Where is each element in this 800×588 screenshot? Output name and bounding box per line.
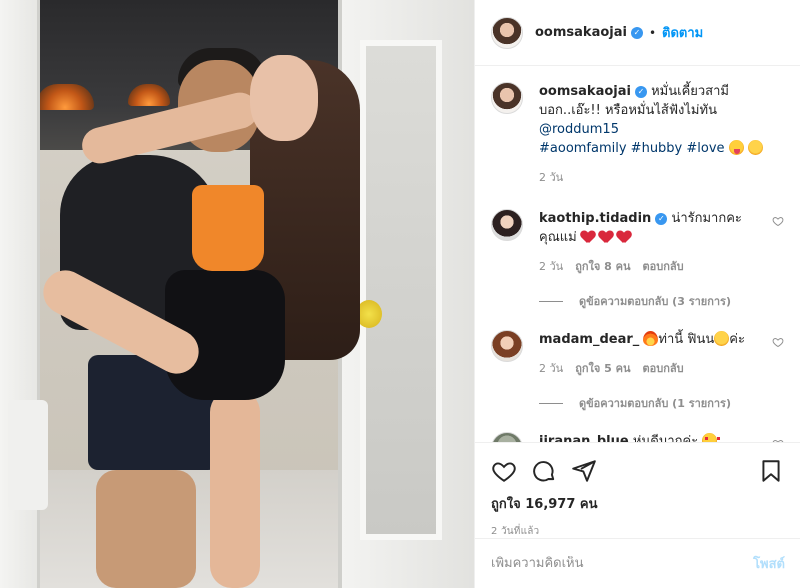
tongue-emoji-icon — [728, 140, 744, 155]
heart-emoji-icon — [581, 231, 595, 244]
photo-lamp — [36, 84, 94, 110]
comment-input[interactable] — [491, 556, 754, 571]
add-comment-bar: โพสต์ — [475, 538, 800, 588]
laughing-emoji-icon — [747, 140, 763, 155]
like-comment-heart-icon[interactable] — [772, 215, 784, 227]
heart-icon[interactable] — [491, 458, 517, 484]
caption-username[interactable]: oomsakaojai — [539, 84, 631, 99]
smile-emoji-icon — [714, 331, 730, 346]
view-replies-text[interactable]: ดูข้อความตอบกลับ (3 รายการ) — [579, 292, 731, 310]
post-comment-button[interactable]: โพสต์ — [753, 553, 785, 574]
avatar[interactable] — [491, 330, 523, 362]
list-item: jiranan_blue หุ่นดีมากค่ะ — [491, 432, 784, 442]
post-timestamp[interactable]: 2 วันที่แล้ว — [491, 524, 784, 539]
photo-chair — [8, 400, 48, 510]
comment-body: jiranan_blue หุ่นดีมากค่ะ — [539, 432, 764, 442]
comment-username[interactable]: madam_dear_ — [539, 332, 639, 347]
separator-dot: • — [648, 25, 657, 40]
view-replies-text[interactable]: ดูข้อความตอบกลับ (1 รายการ) — [579, 394, 731, 412]
post-sidebar: oomsakaojai ✓ • ติดตาม oomsakaojai ✓ หมั่… — [474, 0, 800, 588]
comment-body: kaothip.tidadin ✓ น่ารักมากคะ คุณแม่ 2 วั… — [539, 209, 764, 276]
reply-button[interactable]: ตอบกลับ — [643, 257, 684, 276]
likes-count[interactable]: ถูกใจ 16,977 คน — [491, 493, 784, 514]
follow-button[interactable]: ติดตาม — [662, 22, 703, 43]
caption-meta: 2 วัน — [539, 168, 784, 187]
heart-eyes-emoji-icon — [702, 433, 721, 442]
caption-time[interactable]: 2 วัน — [539, 168, 563, 187]
comment-username[interactable]: kaothip.tidadin — [539, 211, 651, 226]
caption: oomsakaojai ✓ หมั่นเคี้ยวสามีบอก..เอ๊ะ!! … — [491, 82, 784, 187]
reply-button[interactable]: ตอบกลับ — [643, 359, 684, 378]
comment-text: หุ่นดีมากค่ะ — [632, 434, 699, 442]
post-container: oomsakaojai ✓ • ติดตาม oomsakaojai ✓ หมั่… — [0, 0, 800, 588]
comment-likes[interactable]: ถูกใจ 5 คน — [575, 359, 630, 378]
caption-body: oomsakaojai ✓ หมั่นเคี้ยวสามีบอก..เอ๊ะ!! … — [539, 82, 784, 187]
comment-meta: 2 วัน ถูกใจ 8 คน ตอบกลับ — [539, 257, 764, 276]
caption-hashtags[interactable]: #aoomfamily #hubby #love — [539, 141, 725, 156]
list-item: madam_dear_ ท่านี้ ฟินน ค่ะ 2 วัน ถูกใจ 5… — [491, 330, 784, 412]
comment-time[interactable]: 2 วัน — [539, 359, 563, 378]
action-bar: ถูกใจ 16,977 คน 2 วันที่แล้ว — [475, 442, 800, 539]
like-comment-heart-icon[interactable] — [772, 336, 784, 348]
comment-text-end: ค่ะ — [729, 332, 745, 347]
comment-time[interactable]: 2 วัน — [539, 257, 563, 276]
replies-divider — [539, 402, 563, 404]
list-item: kaothip.tidadin ✓ น่ารักมากคะ คุณแม่ 2 วั… — [491, 209, 784, 310]
action-icons — [491, 451, 784, 491]
photo-woman-top — [192, 185, 264, 271]
comment-icon[interactable] — [531, 458, 557, 484]
comment-username[interactable]: jiranan_blue — [539, 434, 629, 442]
share-icon[interactable] — [571, 458, 597, 484]
avatar[interactable] — [491, 16, 523, 49]
comment-meta: 2 วัน ถูกใจ 5 คน ตอบกลับ — [539, 359, 764, 378]
photo-woman-leg — [210, 390, 260, 588]
replies-divider — [539, 300, 563, 302]
post-header: oomsakaojai ✓ • ติดตาม — [475, 0, 800, 66]
heart-emoji-icon — [617, 231, 631, 244]
heart-emoji-icon — [599, 231, 613, 244]
post-photo[interactable] — [0, 0, 474, 588]
photo-man-leg — [96, 470, 196, 588]
header-username[interactable]: oomsakaojai — [535, 25, 627, 40]
comment-text: ท่านี้ ฟินน — [658, 332, 715, 347]
avatar[interactable] — [491, 209, 523, 241]
caption-mention[interactable]: @roddum15 — [539, 122, 619, 137]
comments-list[interactable]: oomsakaojai ✓ หมั่นเคี้ยวสามีบอก..เอ๊ะ!! … — [475, 66, 800, 442]
photo-door-pane — [360, 40, 442, 540]
save-icon[interactable] — [758, 458, 784, 484]
avatar[interactable] — [491, 432, 523, 442]
comment-likes[interactable]: ถูกใจ 8 คน — [575, 257, 630, 276]
view-replies[interactable]: ดูข้อความตอบกลับ (1 รายการ) — [539, 394, 784, 412]
fire-emoji-icon — [643, 331, 659, 346]
view-replies[interactable]: ดูข้อความตอบกลับ (3 รายการ) — [539, 292, 784, 310]
comment-body: madam_dear_ ท่านี้ ฟินน ค่ะ 2 วัน ถูกใจ 5… — [539, 330, 764, 378]
verified-badge-icon: ✓ — [630, 26, 643, 39]
verified-badge-icon: ✓ — [634, 86, 647, 98]
verified-badge-icon: ✓ — [655, 213, 668, 225]
photo-woman-face — [250, 55, 318, 141]
avatar[interactable] — [491, 82, 523, 114]
